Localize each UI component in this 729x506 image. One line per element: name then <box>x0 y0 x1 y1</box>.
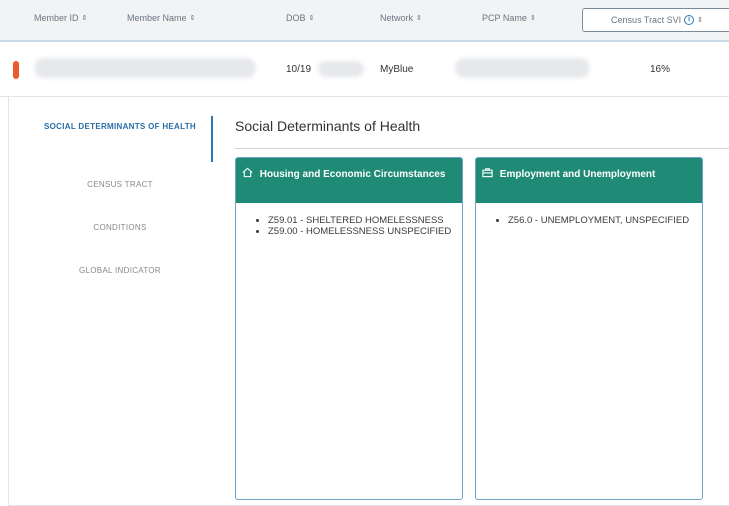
header-label: Network <box>380 13 414 23</box>
section-title: Social Determinants of Health <box>235 118 421 134</box>
info-icon[interactable]: i <box>684 15 695 25</box>
redacted-member-info <box>34 58 256 78</box>
member-row[interactable]: 10/19 MyBlue 16% <box>0 44 729 96</box>
redacted-dob-part <box>318 61 364 77</box>
card-body: Z59.01 - SHELTERED HOMELESSNESS Z59.00 -… <box>236 203 462 237</box>
card-employment: Employment and Unemployment Z56.0 - UNEM… <box>475 157 703 500</box>
header-network[interactable]: Network ⇕ <box>380 13 422 23</box>
svi-value: 16% <box>650 64 671 75</box>
network-value: MyBlue <box>380 64 414 75</box>
header-census-tract-svi[interactable]: Census Tract SVI i ⇕ <box>582 8 729 32</box>
card-header: Employment and Unemployment <box>476 158 702 203</box>
list-item: Z59.01 - SHELTERED HOMELESSNESS <box>268 215 452 226</box>
header-label: DOB <box>286 13 306 23</box>
sort-icon[interactable]: ⇕ <box>82 14 88 22</box>
header-label: Census Tract SVI <box>611 15 682 25</box>
header-label: Member Name <box>127 13 187 23</box>
header-dob[interactable]: DOB ⇕ <box>286 13 314 23</box>
header-member-name[interactable]: Member Name ⇕ <box>127 13 195 23</box>
nav-item-census-tract[interactable]: CENSUS TRACT <box>30 178 210 192</box>
active-nav-indicator <box>211 116 213 162</box>
header-pcp-name[interactable]: PCP Name ⇕ <box>482 13 536 23</box>
dob-value: 10/19 <box>286 64 312 75</box>
card-header: Housing and Economic Circumstances <box>236 158 462 203</box>
header-label: Member ID <box>34 13 79 23</box>
briefcase-icon <box>482 168 493 178</box>
nav-item-global-indicator[interactable]: GLOBAL INDICATOR <box>30 264 210 278</box>
header-member-id[interactable]: Member ID ⇕ <box>34 13 87 23</box>
sort-icon[interactable]: ⇕ <box>416 14 422 22</box>
table-header: Member ID ⇕ Member Name ⇕ DOB ⇕ Network … <box>0 0 729 42</box>
home-icon <box>242 167 253 178</box>
nav-item-conditions[interactable]: CONDITIONS <box>30 221 210 235</box>
list-item: Z56.0 - UNEMPLOYMENT, UNSPECIFIED <box>508 215 692 226</box>
sort-icon[interactable]: ⇕ <box>190 14 196 22</box>
card-title: Employment and Unemployment <box>499 169 656 180</box>
redacted-pcp-name <box>455 58 590 78</box>
header-label: PCP Name <box>482 13 527 23</box>
card-title: Housing and Economic Circumstances <box>259 169 446 180</box>
sort-icon[interactable]: ⇕ <box>530 14 536 22</box>
nav-item-social-determinants[interactable]: SOCIAL DETERMINANTS OF HEALTH <box>30 120 210 134</box>
section-divider <box>235 148 729 149</box>
list-item: Z59.00 - HOMELESSNESS UNSPECIFIED <box>268 226 452 237</box>
card-body: Z56.0 - UNEMPLOYMENT, UNSPECIFIED <box>476 203 702 226</box>
card-housing: Housing and Economic Circumstances Z59.0… <box>235 157 463 500</box>
sort-icon[interactable]: ⇕ <box>309 14 315 22</box>
risk-flag <box>13 61 19 79</box>
sort-icon[interactable]: ⇕ <box>697 16 703 24</box>
